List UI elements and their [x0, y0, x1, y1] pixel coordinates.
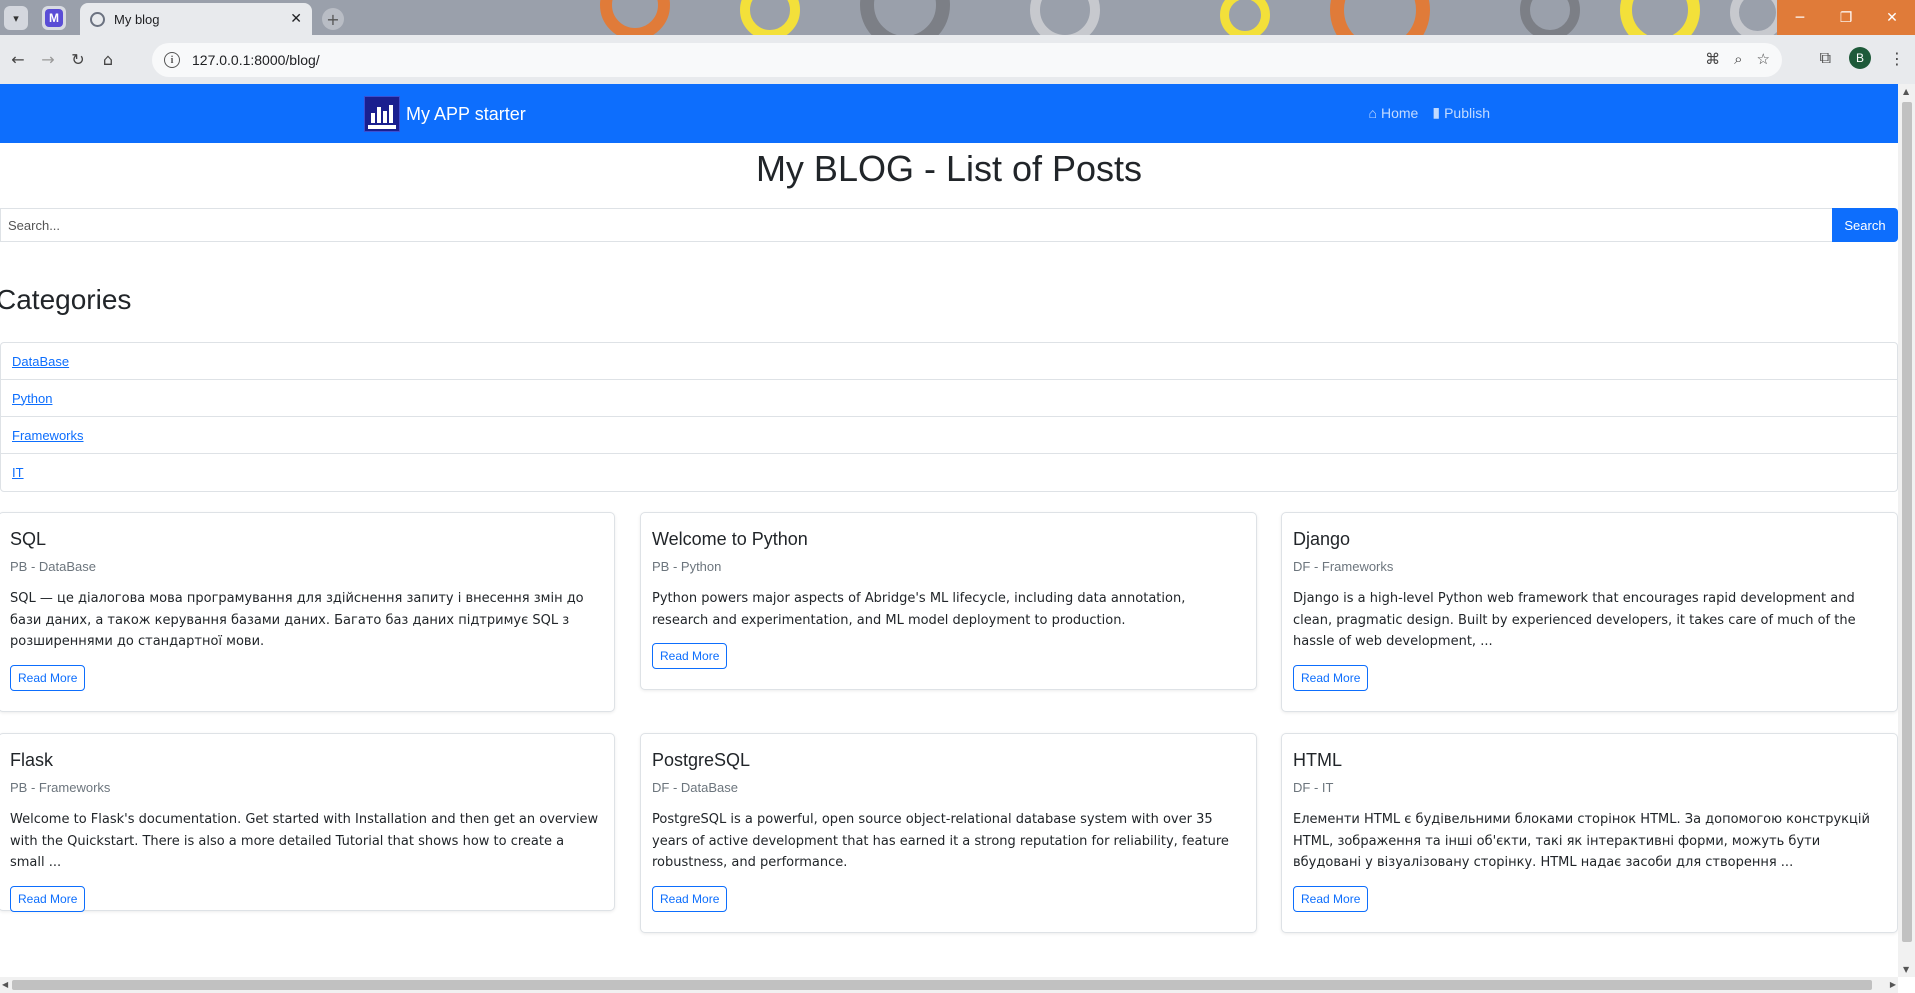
- search-input[interactable]: [0, 208, 1832, 242]
- post-meta: PB - Python: [652, 559, 722, 574]
- zoom-icon[interactable]: ⌕: [1734, 50, 1742, 68]
- read-more-button[interactable]: Read More: [10, 885, 86, 912]
- browser-tabstrip: ▾ M My blog ✕ + ─ ❐ ✕: [0, 0, 1915, 35]
- book-icon: ▮: [1432, 104, 1441, 120]
- post-card: Welcome to Python PB - Python Python pow…: [640, 512, 1257, 690]
- post-card: HTML DF - IT Елементи HTML є будівельним…: [1281, 733, 1898, 933]
- post-card: PostgreSQL DF - DataBase PostgreSQL is a…: [640, 733, 1257, 933]
- post-card: Flask PB - Frameworks Welcome to Flask's…: [0, 733, 615, 912]
- browser-toolbar: ← → ↻ ⌂ i 127.0.0.1:8000/blog/ ⌘ ⌕ ☆ ⧉ B…: [0, 35, 1915, 84]
- brand-name: My APP starter: [406, 103, 526, 124]
- active-tab[interactable]: My blog ✕: [80, 3, 312, 35]
- site-info-icon[interactable]: i: [164, 52, 180, 68]
- blog-logo-icon: [364, 96, 400, 132]
- post-title: PostgreSQL: [652, 750, 751, 770]
- post-excerpt: Елементи HTML є будівельними блоками сто…: [1293, 812, 1870, 870]
- horizontal-scrollbar[interactable]: ◀ ▶: [0, 977, 1898, 993]
- menu-dots-icon[interactable]: ⋮: [1889, 49, 1905, 68]
- scroll-right-icon[interactable]: ▶: [1890, 980, 1896, 989]
- post-card: SQL PB - DataBase SQL — це діалогова мов…: [0, 512, 615, 712]
- list-item: IT: [1, 454, 1897, 491]
- category-link[interactable]: DataBase: [12, 354, 69, 369]
- background-decoration: [1220, 0, 1270, 35]
- bookmark-star-icon[interactable]: ☆: [1757, 50, 1770, 68]
- horizontal-scroll-thumb[interactable]: [12, 980, 1872, 990]
- background-decoration: [740, 0, 800, 35]
- tab-title: My blog: [114, 11, 160, 27]
- nav-home-label: Home: [1381, 104, 1419, 121]
- post-meta: DF - IT: [1293, 780, 1334, 795]
- post-meta: PB - DataBase: [10, 559, 96, 574]
- read-more-button[interactable]: Read More: [1293, 664, 1369, 691]
- read-more-button[interactable]: Read More: [1293, 885, 1369, 912]
- categories-list: DataBase Python Frameworks IT: [0, 342, 1898, 492]
- nav-home-link[interactable]: ⌂ Home: [1369, 104, 1419, 121]
- app-badge-icon: M: [45, 9, 63, 27]
- read-more-button[interactable]: Read More: [652, 643, 728, 669]
- background-decoration: [1620, 0, 1700, 35]
- reload-icon[interactable]: ↻: [66, 48, 90, 72]
- scroll-left-icon[interactable]: ◀: [2, 980, 8, 989]
- window-controls: ─ ❐ ✕: [1777, 0, 1915, 35]
- post-excerpt: PostgreSQL is a powerful, open source ob…: [652, 812, 1229, 870]
- post-meta: DF - DataBase: [652, 780, 738, 795]
- vertical-scrollbar[interactable]: ▲ ▼: [1898, 84, 1915, 977]
- categories-heading: Categories: [0, 284, 132, 315]
- search-button[interactable]: Search: [1832, 208, 1898, 242]
- category-link[interactable]: Frameworks: [12, 428, 84, 443]
- list-item: DataBase: [1, 343, 1897, 380]
- brand[interactable]: My APP starter: [364, 96, 526, 132]
- tab-search-button[interactable]: ▾: [4, 6, 28, 30]
- home-browser-icon[interactable]: ⌂: [96, 48, 120, 72]
- restore-icon[interactable]: ❐: [1823, 0, 1869, 35]
- post-card: Django DF - Frameworks Django is a high-…: [1281, 512, 1898, 712]
- post-meta: DF - Frameworks: [1293, 559, 1394, 574]
- back-icon[interactable]: ←: [6, 48, 30, 72]
- nav-publish-label: Publish: [1444, 104, 1490, 121]
- post-title: Welcome to Python: [652, 529, 808, 549]
- scroll-up-icon[interactable]: ▲: [1903, 87, 1909, 96]
- background-decoration: [1330, 0, 1430, 35]
- post-excerpt: Django is a high-level Python web framew…: [1293, 591, 1856, 649]
- address-bar[interactable]: i 127.0.0.1:8000/blog/ ⌘ ⌕ ☆: [152, 43, 1782, 77]
- site-navbar: My APP starter ⌂ Home ▮ Publish: [0, 84, 1898, 143]
- url-text: 127.0.0.1:8000/blog/: [192, 52, 320, 68]
- close-window-icon[interactable]: ✕: [1869, 0, 1915, 35]
- post-title: Flask: [10, 750, 54, 770]
- background-decoration: [1030, 0, 1100, 35]
- minimize-icon[interactable]: ─: [1777, 0, 1823, 35]
- post-excerpt: Python powers major aspects of Abridge's…: [652, 591, 1186, 628]
- page-title: My BLOG - List of Posts: [755, 148, 1143, 189]
- translate-icon[interactable]: ⌘: [1705, 50, 1720, 68]
- home-icon: ⌂: [1368, 104, 1377, 121]
- background-decoration: [860, 0, 950, 35]
- post-meta: PB - Frameworks: [10, 780, 111, 795]
- read-more-button[interactable]: Read More: [10, 664, 86, 691]
- nav-publish-link[interactable]: ▮ Publish: [1432, 104, 1490, 121]
- category-link[interactable]: Python: [12, 391, 52, 406]
- read-more-button[interactable]: Read More: [652, 885, 728, 912]
- new-tab-button[interactable]: +: [322, 8, 344, 30]
- extensions-icon[interactable]: ⧉: [1820, 48, 1831, 68]
- post-excerpt: SQL — це діалогова мова програмування дл…: [10, 591, 584, 649]
- page-viewport: My APP starter ⌂ Home ▮ Publish My BLOG - …: [0, 84, 1898, 977]
- pinned-app-tab[interactable]: M: [42, 6, 66, 30]
- forward-icon[interactable]: →: [36, 48, 60, 72]
- scroll-down-icon[interactable]: ▼: [1903, 965, 1909, 974]
- vertical-scroll-thumb[interactable]: [1902, 102, 1912, 942]
- post-title: HTML: [1293, 750, 1342, 770]
- category-link[interactable]: IT: [12, 465, 24, 480]
- profile-avatar[interactable]: B: [1849, 47, 1871, 69]
- post-title: Django: [1293, 529, 1351, 549]
- search-form: Search: [0, 208, 1898, 242]
- globe-icon: [90, 11, 105, 27]
- background-decoration: [1520, 0, 1580, 35]
- post-excerpt: Welcome to Flask's documentation. Get st…: [10, 812, 599, 870]
- list-item: Python: [1, 380, 1897, 417]
- close-icon[interactable]: ✕: [290, 11, 302, 27]
- post-title: SQL: [10, 529, 47, 549]
- background-decoration: [600, 0, 670, 35]
- list-item: Frameworks: [1, 417, 1897, 454]
